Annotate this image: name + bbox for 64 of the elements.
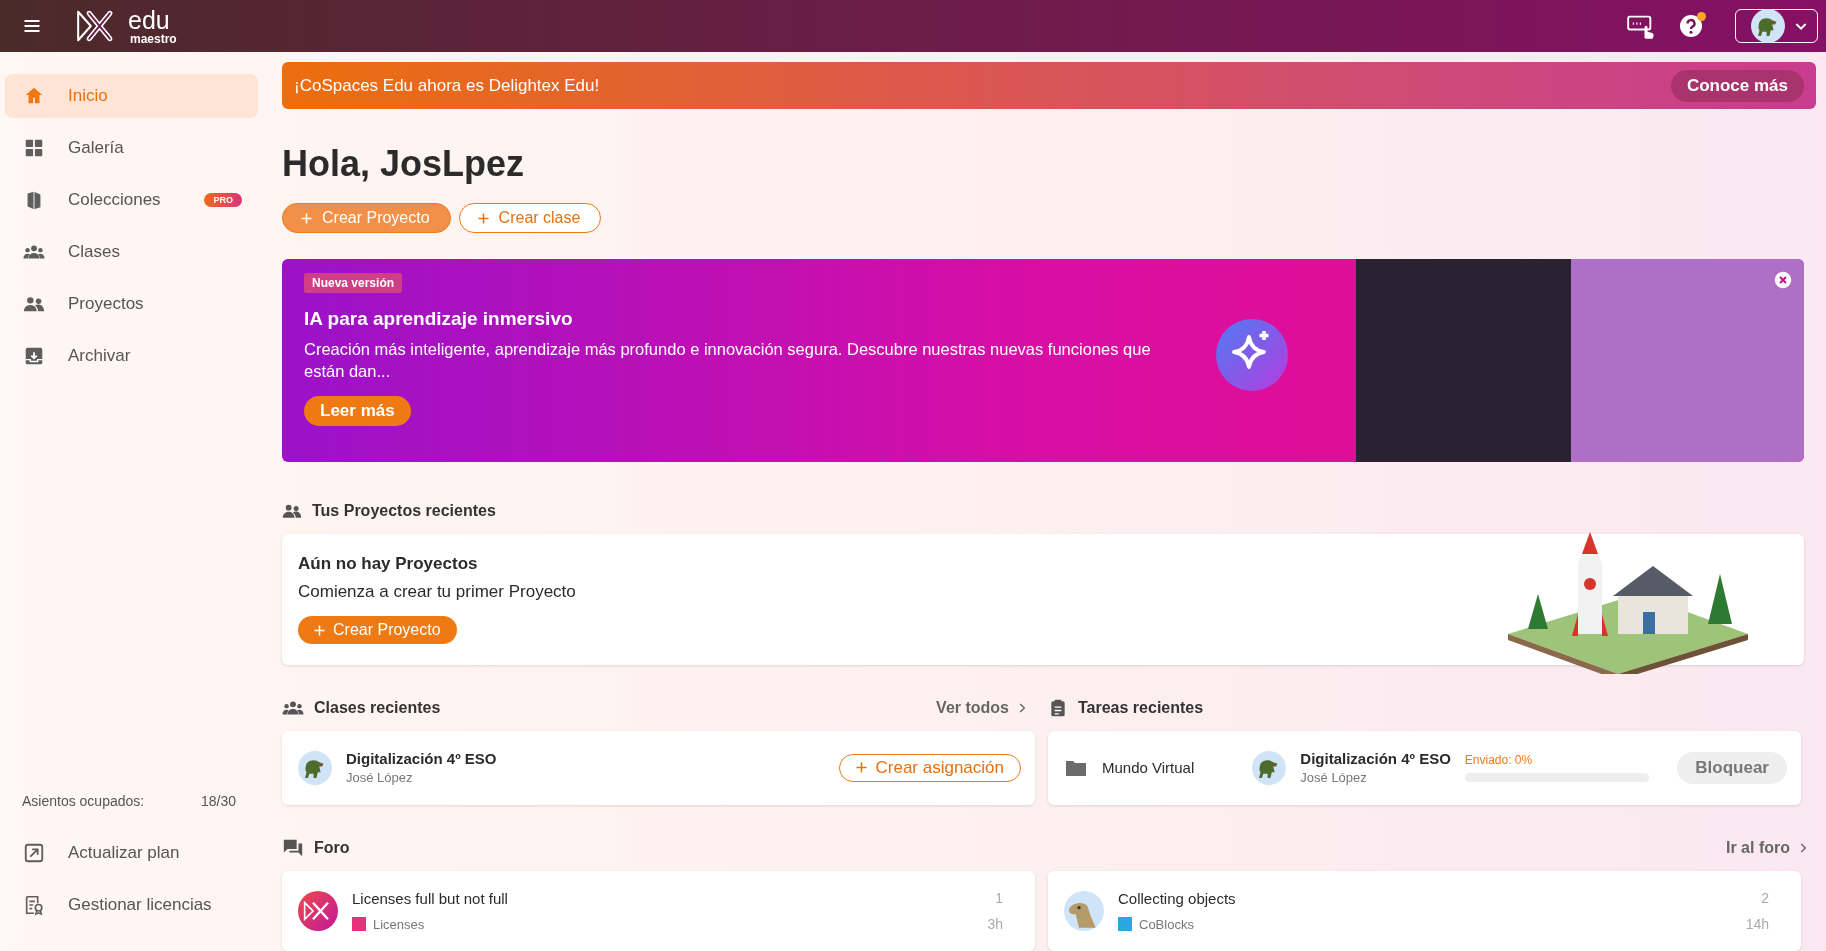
new-version-badge: Nueva versión — [304, 273, 403, 294]
sidebar-item[interactable]: Colecciones PRO — [5, 178, 258, 222]
logo-subtitle: maestro — [130, 32, 177, 45]
archive-icon — [23, 345, 45, 367]
upgrade-icon — [23, 842, 45, 864]
forum-link[interactable]: Ir al foro — [1726, 839, 1810, 857]
sidebar-item[interactable]: Clases — [5, 230, 258, 274]
avatar-icon — [1751, 9, 1785, 43]
sidebar-item[interactable]: Gestionar licencias — [5, 883, 258, 927]
seats-label: Asientos ocupados: — [22, 793, 145, 809]
post-title: Licenses full but not full — [352, 890, 508, 907]
help-icon — [1679, 14, 1703, 38]
create-button[interactable]: Crear clase — [458, 203, 602, 234]
help-button[interactable] — [1679, 14, 1703, 38]
dinosaur-avatar — [1064, 891, 1104, 931]
promo-text: Creación más inteligente, aprendizaje más profundo e innovación segura. Descubre nuestras nuevas funciones que están dan... — [304, 339, 1152, 383]
class-name: Digitalización 4º ESO — [1300, 750, 1451, 768]
sidebar-item[interactable]: Archivar — [5, 334, 258, 378]
teacher-name: José López — [346, 770, 414, 786]
read-more-button[interactable]: Leer más — [304, 396, 411, 427]
greeting-title: Hola, JosLpez — [282, 143, 526, 186]
sparkle-icon — [1216, 319, 1288, 392]
license-icon — [23, 894, 45, 916]
plus-icon — [854, 760, 870, 776]
section-title: Clases recientes — [314, 699, 441, 717]
submitted-status: Enviado: 0% — [1464, 753, 1534, 768]
reply-count: 1 — [995, 890, 1003, 906]
sidebar-item[interactable]: Proyectos — [5, 282, 258, 326]
reply-count: 2 — [1761, 890, 1769, 906]
empty-title: Aún no hay Proyectos — [298, 554, 478, 575]
learn-more-button[interactable]: Conoce más — [1670, 69, 1804, 102]
empty-text: Comienza a crear tu primer Proyecto — [298, 582, 576, 603]
chat-icon — [282, 837, 304, 859]
close-icon — [1774, 271, 1792, 290]
task-name: Mundo Virtual — [1102, 759, 1196, 777]
logo-text: edu — [128, 7, 171, 33]
teacher-name: José López — [1300, 770, 1368, 786]
close-button[interactable] — [1774, 271, 1792, 290]
create-assignment-button[interactable]: Crear asignación — [839, 754, 1021, 782]
see-all-link[interactable]: Ver todos — [936, 699, 1029, 717]
post-time: 3h — [987, 916, 1003, 932]
category-name: CoBlocks — [1139, 917, 1194, 932]
class-name: Digitalización 4º ESO — [346, 750, 497, 768]
logo-avatar — [298, 891, 338, 931]
section-title: Tus Proyectos recientes — [312, 502, 496, 521]
dinosaur-avatar — [298, 751, 332, 785]
section-title: Foro — [314, 839, 350, 857]
seats-count: 18/30 — [200, 793, 236, 809]
clipboard-icon — [1048, 698, 1068, 718]
section-title: Tareas recientes — [1078, 699, 1204, 717]
category-name: Licenses — [373, 917, 425, 932]
sidebar-item[interactable]: Galería — [5, 126, 258, 170]
grid-icon — [23, 137, 45, 159]
post-time: 14h — [1745, 916, 1769, 932]
create-project-button[interactable]: Crear Proyecto — [298, 616, 457, 645]
promo-title: IA para aprendizaje inmersivo — [304, 308, 573, 331]
post-title: Collecting objects — [1118, 890, 1236, 907]
announcement-text: ¡CoSpaces Edu ahora es Delightex Edu! — [294, 75, 600, 96]
profile-menu[interactable] — [1735, 9, 1818, 43]
lock-button[interactable]: Bloquear — [1677, 752, 1787, 784]
plus-icon — [312, 623, 327, 638]
sidebar-item[interactable]: Actualizar plan — [5, 831, 258, 875]
dinosaur-avatar — [1252, 751, 1287, 785]
pro-badge: PRO — [204, 193, 242, 207]
